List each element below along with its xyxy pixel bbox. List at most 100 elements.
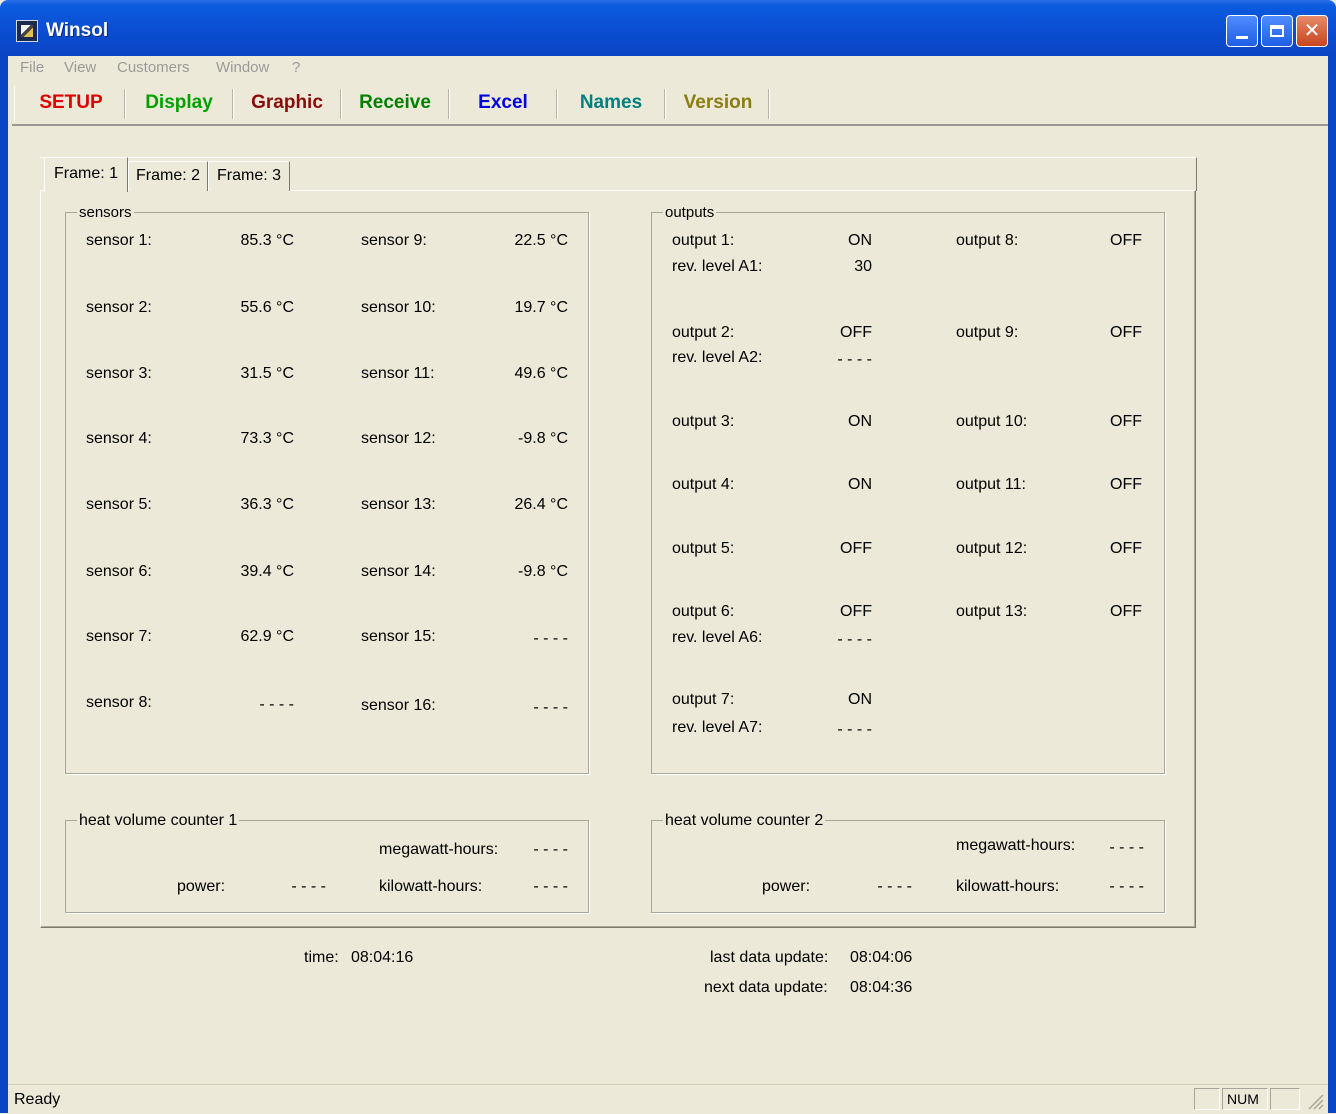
toolbar-separator	[448, 89, 450, 119]
toolbar-separator	[232, 89, 234, 119]
heat-counter-1-title: heat volume counter 1	[77, 812, 240, 830]
output-value: OFF	[1110, 232, 1142, 249]
sensor-value: 26.4 °C	[514, 496, 568, 513]
window-title: Winsol	[46, 20, 109, 41]
last-update-label: last data update:	[710, 949, 829, 966]
output-label: output 8:	[956, 232, 1019, 249]
rev-level-label: rev. level A2:	[672, 349, 763, 366]
sensor-label: sensor 5:	[86, 496, 152, 513]
maximize-button[interactable]	[1261, 15, 1293, 47]
menu-view[interactable]: View	[64, 59, 96, 76]
tab-frame-1[interactable]: Frame: 1	[44, 157, 128, 192]
close-button[interactable]: ✕	[1296, 15, 1328, 47]
sensor-label: sensor 8:	[86, 694, 152, 711]
heat-counter-2-title: heat volume counter 2	[663, 812, 826, 830]
menu-customers[interactable]: Customers	[117, 59, 190, 76]
graphic-button[interactable]: Graphic	[236, 84, 338, 122]
kilowatt-hours-value: - - - -	[1109, 878, 1144, 895]
minimize-icon	[1236, 35, 1248, 39]
kilowatt-hours-label: kilowatt-hours:	[956, 878, 1060, 895]
megawatt-hours-value: - - - -	[533, 841, 568, 858]
display-button[interactable]: Display	[128, 84, 230, 122]
output-label: output 3:	[672, 413, 735, 430]
rev-level-value: - - - -	[837, 351, 872, 368]
sensor-value: -9.8 °C	[518, 563, 568, 580]
power-value: - - - -	[291, 878, 326, 895]
tab-frame-2[interactable]: Frame: 2	[128, 161, 208, 191]
resize-grip-icon[interactable]	[1304, 1090, 1324, 1110]
rev-level-value: - - - -	[837, 631, 872, 648]
window-border-left	[0, 56, 8, 1113]
outputs-group-title: outputs	[663, 204, 717, 221]
sensor-label: sensor 1:	[86, 232, 152, 249]
heat-counter-2-group	[651, 820, 1165, 913]
toolbar-separator	[768, 89, 770, 119]
sensor-value: 31.5 °C	[240, 365, 294, 382]
output-value: OFF	[1110, 476, 1142, 493]
excel-button[interactable]: Excel	[452, 84, 554, 122]
rev-level-value: - - - -	[837, 721, 872, 738]
time-value: 08:04:16	[351, 949, 414, 966]
rev-level-label: rev. level A6:	[672, 629, 763, 646]
output-value: ON	[848, 691, 872, 708]
sensor-label: sensor 9:	[361, 232, 427, 249]
sensor-value: - - - -	[533, 699, 568, 716]
output-value: OFF	[1110, 540, 1142, 557]
sensor-label: sensor 11:	[361, 365, 435, 382]
setup-button[interactable]: SETUP	[20, 84, 122, 122]
kilowatt-hours-value: - - - -	[533, 878, 568, 895]
names-button[interactable]: Names	[560, 84, 662, 122]
output-label: output 11:	[956, 476, 1026, 493]
title-bar[interactable]	[0, 0, 1336, 56]
toolbar-separator	[664, 89, 666, 119]
output-label: output 7:	[672, 691, 735, 708]
sensor-label: sensor 16:	[361, 697, 436, 714]
menu-help[interactable]: ?	[292, 59, 300, 76]
rev-level-label: rev. level A7:	[672, 719, 763, 736]
output-label: output 5:	[672, 540, 735, 557]
sensor-value: - - - -	[533, 630, 568, 647]
sensor-label: sensor 4:	[86, 430, 152, 447]
sensor-value: 39.4 °C	[240, 563, 294, 580]
receive-button[interactable]: Receive	[344, 84, 446, 122]
status-pane-scroll	[1270, 1088, 1300, 1110]
sensors-group	[65, 212, 589, 774]
maximize-icon	[1270, 25, 1284, 37]
status-pane-num: NUM	[1222, 1088, 1268, 1110]
window-border-right	[1328, 56, 1336, 1113]
minimize-button[interactable]	[1226, 15, 1258, 47]
output-label: output 13:	[956, 603, 1028, 620]
output-label: output 10:	[956, 413, 1028, 430]
sensor-label: sensor 14:	[361, 563, 436, 580]
tab-frame-3[interactable]: Frame: 3	[208, 161, 290, 191]
megawatt-hours-value: - - - -	[1109, 839, 1144, 856]
next-update-value: 08:04:36	[850, 979, 913, 996]
sensor-value: -9.8 °C	[518, 430, 568, 447]
status-pane-caps	[1194, 1088, 1220, 1110]
status-bar	[8, 1084, 1328, 1114]
rev-level-label: rev. level A1:	[672, 258, 763, 275]
toolbar-separator	[340, 89, 342, 119]
output-label: output 1:	[672, 232, 735, 249]
app-icon[interactable]	[16, 20, 38, 42]
toolbar-edge	[14, 86, 15, 122]
output-label: output 6:	[672, 603, 735, 620]
sensor-label: sensor 3:	[86, 365, 152, 382]
sensor-label: sensor 12:	[361, 430, 436, 447]
output-value: ON	[848, 413, 872, 430]
output-value: OFF	[1110, 603, 1142, 620]
sensor-value: 22.5 °C	[514, 232, 568, 249]
power-label: power:	[762, 878, 811, 895]
output-label: output 2:	[672, 324, 735, 341]
heat-counter-1-group	[65, 820, 589, 913]
menu-window[interactable]: Window	[216, 59, 269, 76]
menu-file[interactable]: File	[20, 59, 44, 76]
sensor-value: 55.6 °C	[240, 299, 294, 316]
sensors-group-title: sensors	[77, 204, 134, 221]
status-text: Ready	[14, 1091, 61, 1108]
output-label: output 4:	[672, 476, 735, 493]
kilowatt-hours-label: kilowatt-hours:	[379, 878, 483, 895]
version-button[interactable]: Version	[668, 84, 768, 122]
output-value: OFF	[1110, 324, 1142, 341]
sensor-label: sensor 13:	[361, 496, 436, 513]
